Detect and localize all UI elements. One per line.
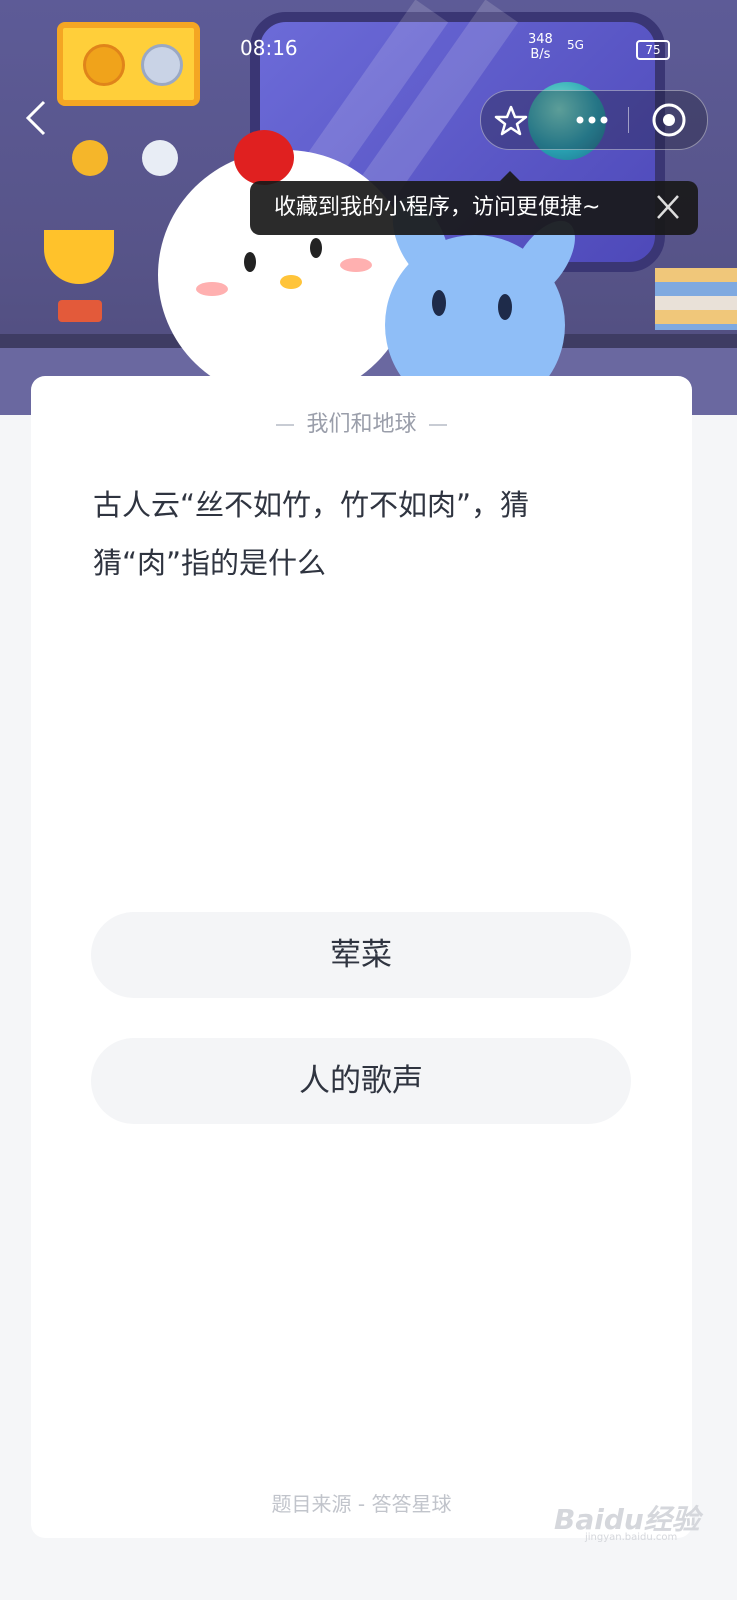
favorite-tooltip: 收藏到我的小程序，访问更便捷~ xyxy=(250,181,698,235)
more-button[interactable] xyxy=(567,91,617,149)
star-icon xyxy=(494,105,528,136)
close-icon xyxy=(657,195,679,219)
target-circle-icon xyxy=(652,103,686,137)
network-speed: 348 B/s xyxy=(528,32,553,62)
silver-medal-icon xyxy=(142,140,178,176)
favorite-button[interactable] xyxy=(489,91,533,149)
question-text: 古人云“丝不如竹，竹不如肉”，猜 猜“肉”指的是什么 xyxy=(93,488,530,580)
chevron-left-icon xyxy=(25,100,46,136)
gold-medal-icon xyxy=(72,140,108,176)
badge-frame xyxy=(57,22,200,106)
answer-option-2[interactable]: 人的歌声 xyxy=(91,1038,631,1124)
close-miniprogram-button[interactable] xyxy=(641,91,697,149)
trophy-icon xyxy=(44,230,114,284)
mini-program-capsule xyxy=(480,90,708,150)
question-category: 我们和地球 xyxy=(31,406,692,438)
back-button[interactable] xyxy=(20,98,54,138)
tooltip-close-button[interactable] xyxy=(654,181,682,254)
more-dots-icon xyxy=(576,116,608,124)
battery-icon: 75 xyxy=(636,40,670,60)
tooltip-text: 收藏到我的小程序，访问更便捷~ xyxy=(274,195,601,220)
books-icon xyxy=(655,268,737,330)
signal-icon: 5G xyxy=(567,38,584,52)
answer-option-1[interactable]: 荤菜 xyxy=(91,912,631,998)
question-card: 我们和地球 古人云“丝不如竹，竹不如肉”，猜 猜“肉”指的是什么 荤菜 人的歌声… xyxy=(31,376,692,1538)
status-time: 08:16 xyxy=(240,36,298,60)
watermark-url: jingyan.baidu.com xyxy=(585,1532,678,1543)
